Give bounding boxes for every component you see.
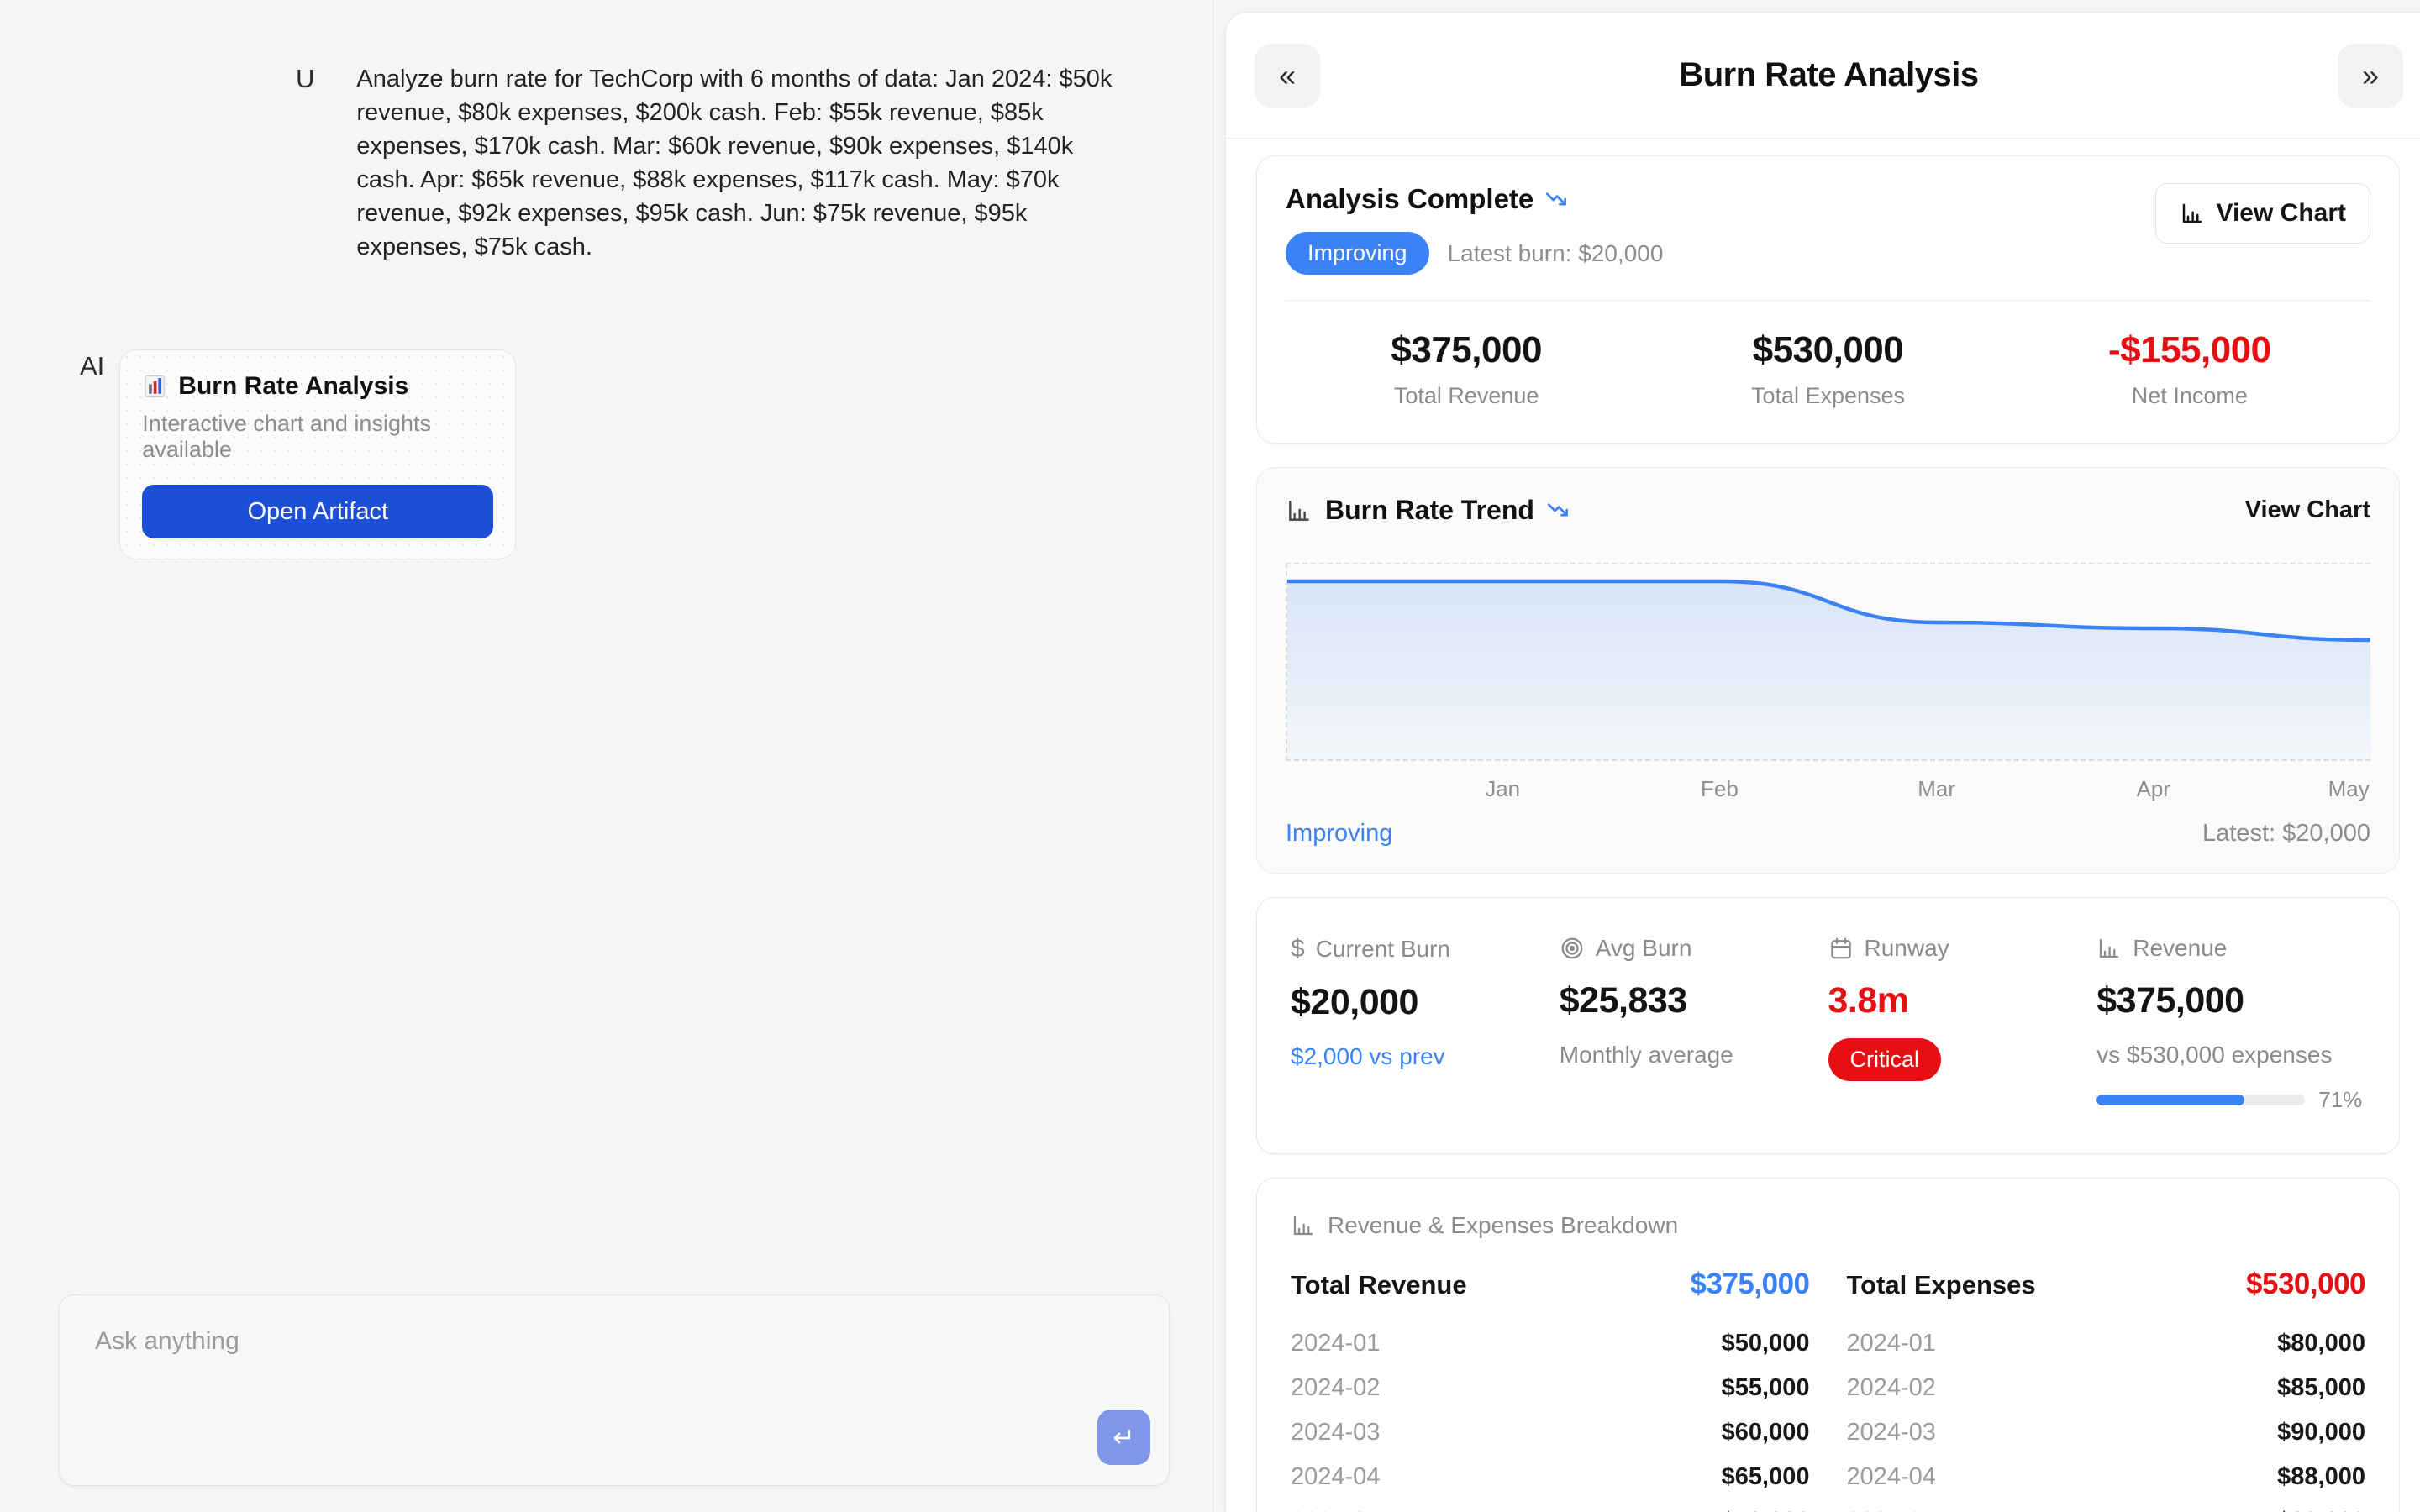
table-row: 2024-03$90,000 bbox=[1847, 1410, 2366, 1455]
stat-total-revenue: $375,000 Total Revenue bbox=[1286, 329, 1647, 409]
trend-status-text: Improving bbox=[1286, 820, 1392, 848]
return-icon: ↵ bbox=[1113, 1421, 1135, 1453]
chevrons-left-icon: « bbox=[1279, 58, 1296, 92]
dollar-icon: $ bbox=[1291, 935, 1305, 963]
chart-column-icon bbox=[2180, 201, 2205, 226]
expand-panel-button[interactable]: » bbox=[2338, 44, 2403, 108]
ai-message: AI Burn Rate Analysis Interactive chart … bbox=[0, 264, 1213, 559]
bar-chart-icon bbox=[142, 374, 167, 399]
chat-input[interactable] bbox=[60, 1295, 1169, 1485]
critical-badge: Critical bbox=[1828, 1038, 1942, 1081]
metric-revenue: Revenue $375,000 vs $530,000 expenses 71… bbox=[2096, 935, 2365, 1113]
revenue-column: Total Revenue $375,000 2024-01$50,000202… bbox=[1291, 1268, 1810, 1512]
metric-avg-burn: Avg Burn $25,833 Monthly average bbox=[1560, 935, 1828, 1113]
artifact-panel: « Burn Rate Analysis » Analysis Complete bbox=[1225, 12, 2420, 1512]
divider bbox=[1286, 300, 2370, 301]
panel-content: Analysis Complete Improving Latest burn:… bbox=[1226, 139, 2420, 1512]
table-row: 2024-01$80,000 bbox=[1847, 1321, 2366, 1366]
calendar-icon bbox=[1828, 936, 1854, 961]
table-row: 2024-05$92,000 bbox=[1847, 1499, 2366, 1512]
chat-panel: U Analyze burn rate for TechCorp with 6 … bbox=[0, 0, 1213, 1512]
stat-net-income: -$155,000 Net Income bbox=[2009, 329, 2370, 409]
analysis-summary-card: Analysis Complete Improving Latest burn:… bbox=[1256, 155, 2400, 444]
view-chart-link[interactable]: View Chart bbox=[2245, 496, 2370, 524]
burn-rate-trend-card: Burn Rate Trend View Chart bbox=[1256, 467, 2400, 874]
chart-column-icon bbox=[1286, 497, 1313, 524]
summary-title: Analysis Complete bbox=[1286, 183, 1534, 215]
revenue-total: $375,000 bbox=[1691, 1268, 1810, 1301]
x-axis-label: May bbox=[2328, 776, 2370, 802]
progress-fill bbox=[2096, 1095, 2244, 1105]
view-chart-button[interactable]: View Chart bbox=[2155, 183, 2371, 244]
user-message-text: Analyze burn rate for TechCorp with 6 mo… bbox=[356, 62, 1117, 264]
x-axis-label: Feb bbox=[1701, 776, 1739, 802]
table-row: 2024-05$70,000 bbox=[1291, 1499, 1810, 1512]
composer[interactable]: ↵ bbox=[59, 1294, 1170, 1486]
trend-title: Burn Rate Trend bbox=[1325, 495, 1534, 526]
breakdown-card: Revenue & Expenses Breakdown Total Reven… bbox=[1256, 1178, 2400, 1512]
table-row: 2024-01$50,000 bbox=[1291, 1321, 1810, 1366]
ai-avatar: AI bbox=[80, 349, 104, 559]
x-axis-label: Apr bbox=[2137, 776, 2170, 802]
page-title: Burn Rate Analysis bbox=[1679, 56, 1978, 94]
artifact-title: Burn Rate Analysis bbox=[178, 372, 408, 401]
x-axis-label: Mar bbox=[1918, 776, 1955, 802]
progress-label: 71% bbox=[2318, 1087, 2362, 1113]
artifact-subtitle: Interactive chart and insights available bbox=[142, 411, 493, 463]
open-artifact-button[interactable]: Open Artifact bbox=[142, 485, 493, 538]
chevrons-right-icon: » bbox=[2362, 58, 2379, 92]
artifact-panel-wrap: « Burn Rate Analysis » Analysis Complete bbox=[1213, 0, 2420, 1512]
send-button[interactable]: ↵ bbox=[1097, 1410, 1150, 1465]
x-axis-label: Jan bbox=[1485, 776, 1520, 802]
collapse-panel-button[interactable]: « bbox=[1255, 44, 1320, 108]
user-avatar: U bbox=[296, 62, 314, 264]
table-row: 2024-04$88,000 bbox=[1847, 1455, 2366, 1499]
trend-latest-text: Latest: $20,000 bbox=[2202, 820, 2370, 848]
user-message: U Analyze burn rate for TechCorp with 6 … bbox=[0, 0, 1213, 264]
x-axis: Jan Feb Mar Apr May bbox=[1286, 768, 2370, 805]
table-row: 2024-02$55,000 bbox=[1291, 1366, 1810, 1410]
table-row: 2024-03$60,000 bbox=[1291, 1410, 1810, 1455]
metrics-card: $ Current Burn $20,000 $2,000 vs prev Av… bbox=[1256, 897, 2400, 1154]
area-chart-svg bbox=[1287, 564, 2370, 759]
target-icon bbox=[1560, 936, 1585, 961]
status-badge: Improving bbox=[1286, 232, 1429, 275]
panel-header: « Burn Rate Analysis » bbox=[1226, 13, 2420, 139]
trending-down-icon bbox=[1547, 499, 1570, 522]
expenses-column: Total Expenses $530,000 2024-01$80,00020… bbox=[1847, 1268, 2366, 1512]
table-row: 2024-04$65,000 bbox=[1291, 1455, 1810, 1499]
burn-trend-chart bbox=[1286, 563, 2370, 761]
artifact-card[interactable]: Burn Rate Analysis Interactive chart and… bbox=[119, 349, 516, 559]
metric-current-burn: $ Current Burn $20,000 $2,000 vs prev bbox=[1291, 935, 1560, 1113]
trending-down-icon bbox=[1545, 188, 1568, 211]
breakdown-title: Revenue & Expenses Breakdown bbox=[1328, 1212, 1678, 1239]
chart-column-icon bbox=[2096, 936, 2122, 961]
expenses-total: $530,000 bbox=[2246, 1268, 2365, 1301]
revenue-progress: 71% bbox=[2096, 1087, 2365, 1113]
stat-total-expenses: $530,000 Total Expenses bbox=[1647, 329, 2008, 409]
metric-runway: Runway 3.8m Critical bbox=[1828, 935, 2097, 1113]
chart-column-icon bbox=[1291, 1213, 1316, 1238]
table-row: 2024-02$85,000 bbox=[1847, 1366, 2366, 1410]
latest-burn-text: Latest burn: $20,000 bbox=[1448, 240, 1664, 267]
